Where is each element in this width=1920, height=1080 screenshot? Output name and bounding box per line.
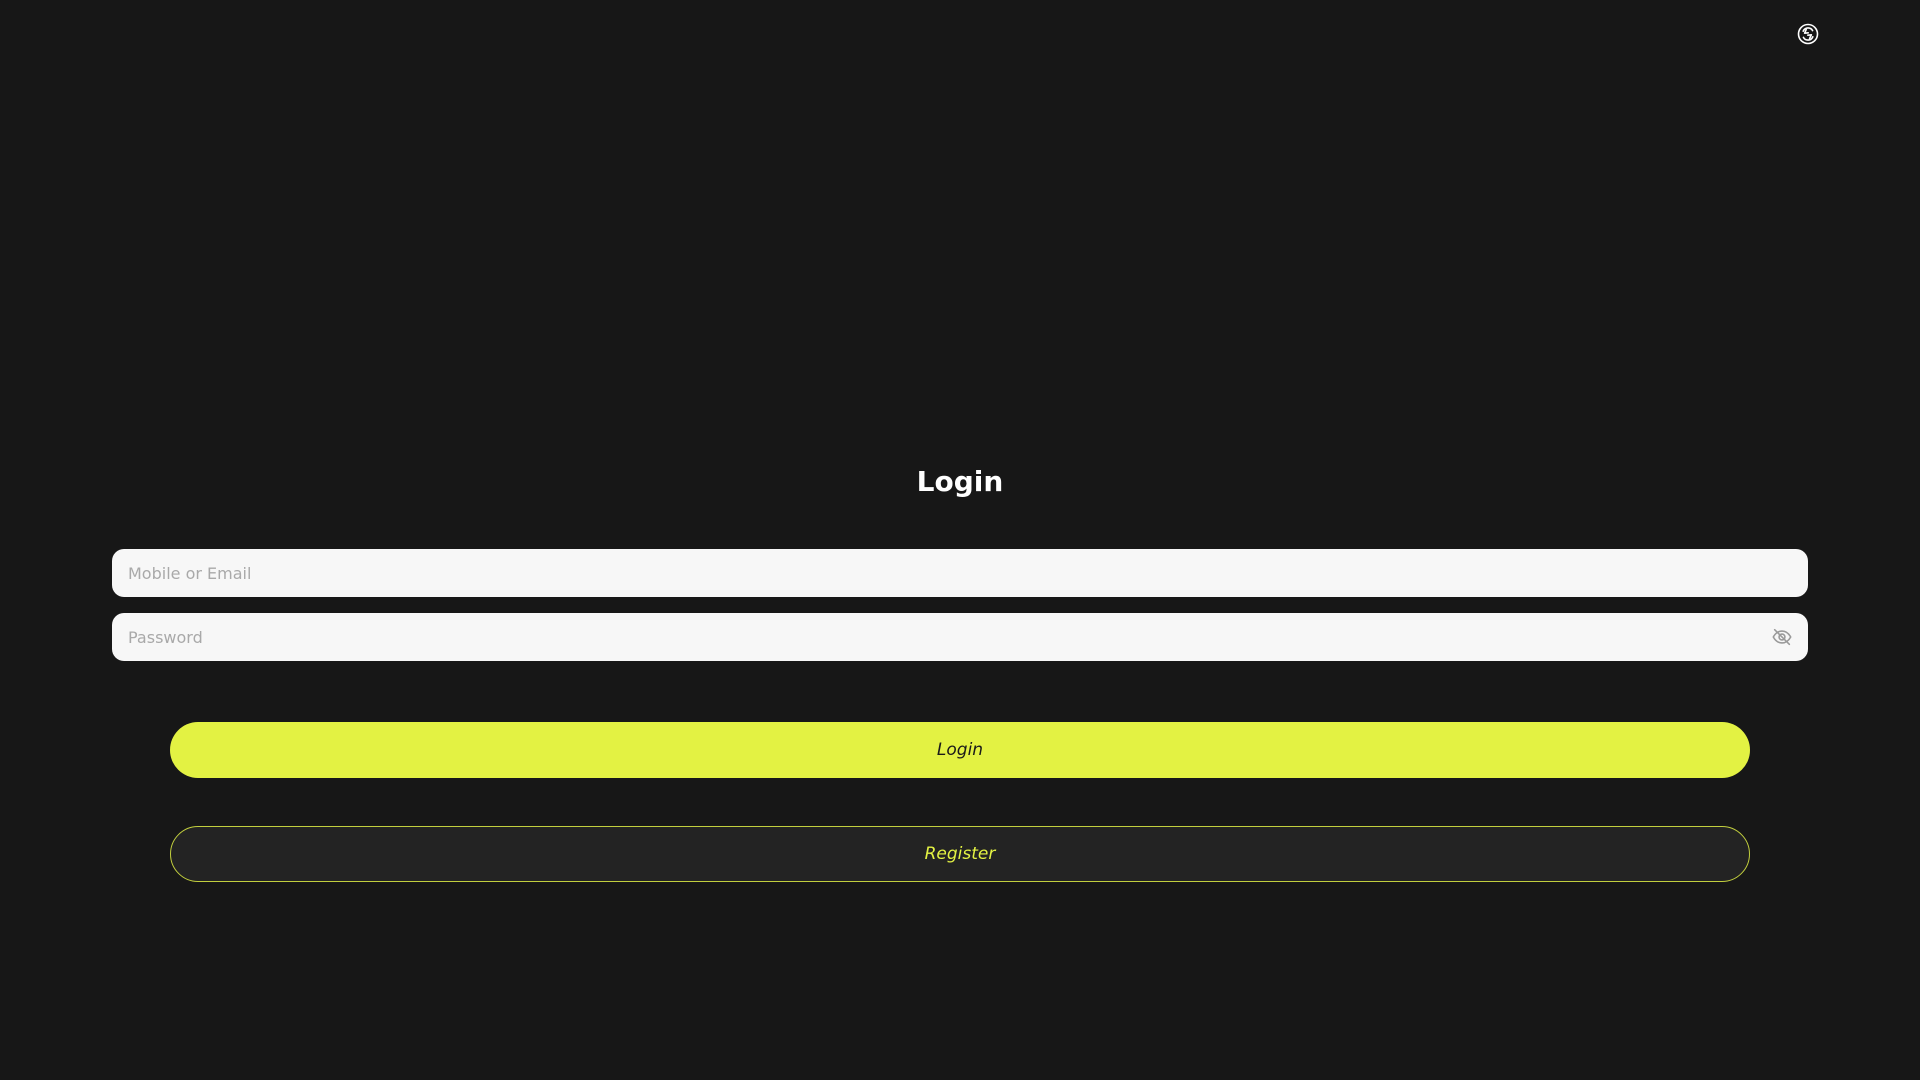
language-icon [1796, 22, 1820, 46]
register-button[interactable]: Register [170, 826, 1750, 882]
eye-off-icon [1771, 626, 1793, 648]
password-visibility-toggle[interactable] [1770, 625, 1794, 649]
identifier-input[interactable] [112, 549, 1808, 597]
login-button[interactable]: Login [170, 722, 1750, 778]
login-page: Login Login Register [0, 0, 1920, 1080]
password-input[interactable] [112, 613, 1808, 661]
language-switch-button[interactable] [1796, 22, 1820, 46]
password-field[interactable] [112, 613, 1808, 661]
identifier-field[interactable] [112, 549, 1808, 597]
page-title: Login [916, 465, 1004, 498]
